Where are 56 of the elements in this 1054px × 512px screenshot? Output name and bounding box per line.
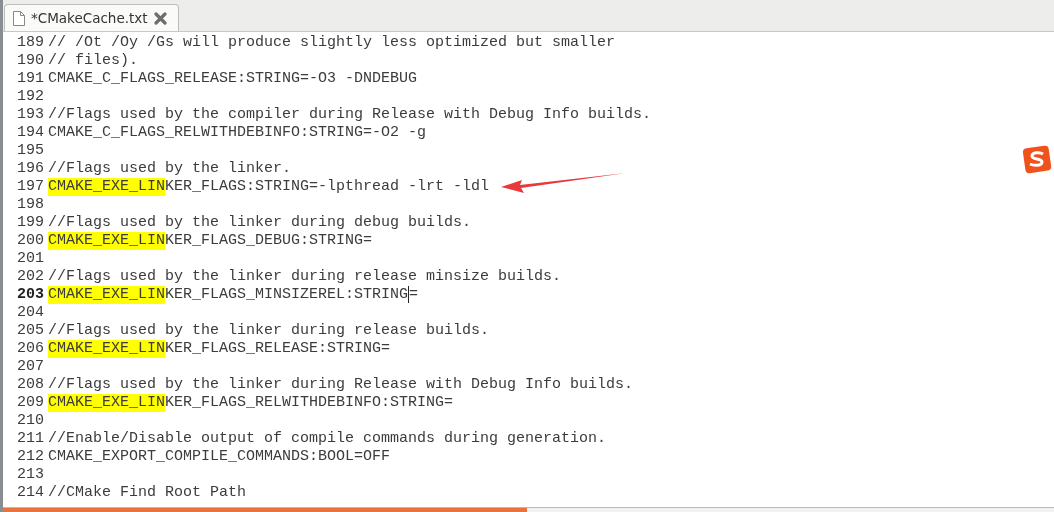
line-number: 195 bbox=[16, 142, 45, 160]
line-number: 202 bbox=[16, 268, 45, 286]
search-match: CMAKE_EXE_LIN bbox=[48, 286, 166, 304]
close-icon[interactable] bbox=[153, 11, 167, 25]
line-number: 212 bbox=[16, 448, 45, 466]
code-text: //Flags used by the linker during debug builds. bbox=[48, 214, 472, 232]
keyboard-logo-icon[interactable] bbox=[1021, 145, 1053, 174]
text-cursor bbox=[408, 286, 410, 303]
code-text: = bbox=[409, 286, 419, 304]
line-number: 210 bbox=[16, 412, 45, 430]
code-text: CMAKE_EXPORT_COMPILE_COMMANDS:BOOL=OFF bbox=[48, 448, 391, 466]
line-number: 193 bbox=[16, 106, 45, 124]
line-number: 194 bbox=[16, 124, 45, 142]
line-number: 201 bbox=[16, 250, 45, 268]
code-text: KER_FLAGS_DEBUG:STRING= bbox=[165, 232, 373, 250]
line-number: 204 bbox=[16, 304, 45, 322]
code-text: //Flags used by the linker during Release with Debug Info builds. bbox=[48, 376, 634, 394]
code-text: //CMake Find Root Path bbox=[48, 484, 247, 502]
line-number: 209 bbox=[16, 394, 45, 412]
line-number: 213 bbox=[16, 466, 45, 484]
line-number: 190 bbox=[16, 52, 45, 70]
document-icon bbox=[13, 10, 25, 26]
line-number: 196 bbox=[16, 160, 45, 178]
line-number: 189 bbox=[16, 34, 45, 52]
line-number: 207 bbox=[16, 358, 45, 376]
line-number: 205 bbox=[16, 322, 45, 340]
code-text: KER_FLAGS_MINSIZEREL:STRING bbox=[165, 286, 409, 304]
code-text: //Flags used by the linker during release minsize builds. bbox=[48, 268, 562, 286]
line-number: 192 bbox=[16, 88, 45, 106]
line-number: 198 bbox=[16, 196, 45, 214]
line-number: 206 bbox=[16, 340, 45, 358]
search-match: CMAKE_EXE_LIN bbox=[48, 232, 166, 250]
line-number: 214 bbox=[16, 484, 45, 502]
code-text: // files). bbox=[48, 52, 138, 70]
line-number: 191 bbox=[16, 70, 45, 88]
code-text: CMAKE_C_FLAGS_RELWITHDEBINFO:STRING=-O2 -g bbox=[48, 124, 427, 142]
code-text: //Flags used by the linker. bbox=[48, 160, 292, 178]
code-text: //Flags used by the compiler during Release with Debug Info builds. bbox=[48, 106, 652, 124]
line-number: 200 bbox=[16, 232, 45, 250]
code-text: //Enable/Disable output of compile commands during generation. bbox=[48, 430, 607, 448]
line-number: 208 bbox=[16, 376, 45, 394]
file-tab[interactable]: *CMakeCache.txt bbox=[4, 4, 179, 31]
search-match: CMAKE_EXE_LIN bbox=[48, 178, 166, 196]
code-text: CMAKE_C_FLAGS_RELEASE:STRING=-O3 -DNDEBUG bbox=[48, 70, 418, 88]
code-text: //Flags used by the linker during release builds. bbox=[48, 322, 490, 340]
line-number: 197 bbox=[16, 178, 45, 196]
tab-title: *CMakeCache.txt bbox=[31, 10, 148, 26]
code-text: KER_FLAGS:STRING=-lpthread -lrt -ldl bbox=[165, 178, 490, 196]
code-text: // /Ot /Oy /Gs will produce slightly less optimized but smaller bbox=[48, 34, 616, 52]
search-match: CMAKE_EXE_LIN bbox=[48, 340, 166, 358]
line-number: 203 bbox=[16, 286, 45, 304]
code-text: KER_FLAGS_RELWITHDEBINFO:STRING= bbox=[165, 394, 454, 412]
code-text: KER_FLAGS_RELEASE:STRING= bbox=[165, 340, 391, 358]
search-match: CMAKE_EXE_LIN bbox=[48, 394, 166, 412]
line-number: 199 bbox=[16, 214, 45, 232]
line-number: 211 bbox=[16, 430, 45, 448]
